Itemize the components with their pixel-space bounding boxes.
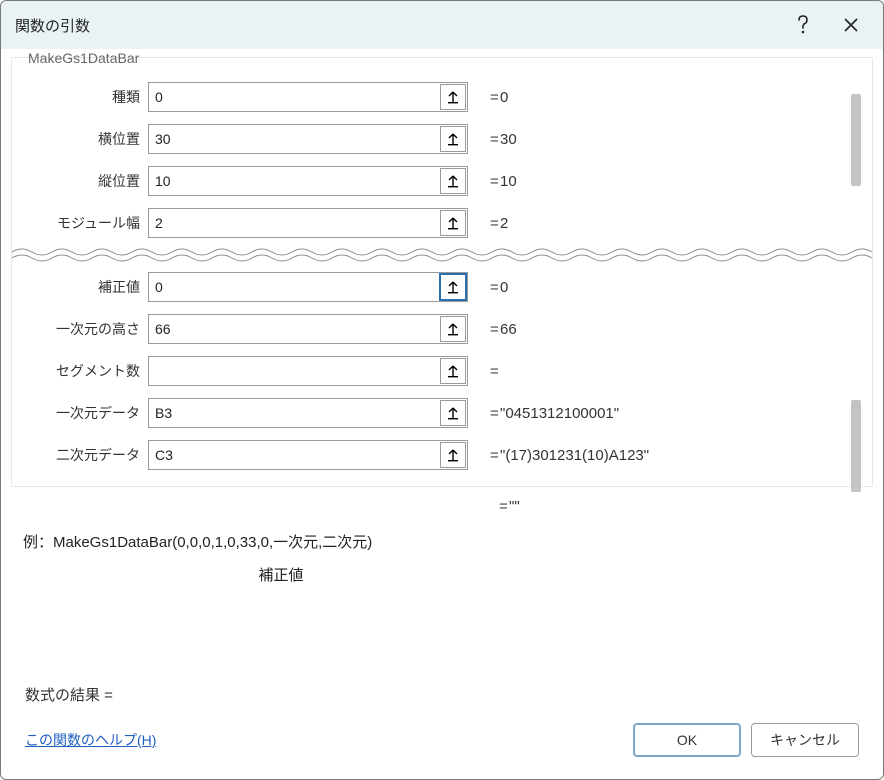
arg-row: 一次元データ = "0451312100001": [20, 392, 864, 434]
arg-input-wrap: [148, 272, 468, 302]
equals-sign: =: [468, 131, 500, 148]
arguments-top-group: 種類 = 0 横位置: [20, 76, 864, 244]
arg-input-module-width[interactable]: [148, 208, 468, 238]
range-select-button[interactable]: [440, 316, 466, 342]
arg-result: 0: [500, 279, 508, 296]
range-select-icon: [446, 322, 460, 336]
arg-row: 補正値 = 0: [20, 266, 864, 308]
arg-input-wrap: [148, 356, 468, 386]
question-icon: [796, 15, 810, 35]
arguments-bottom-group: 補正値 = 0 一次元の高さ: [20, 266, 864, 476]
arg-row: 横位置 = 30: [20, 118, 864, 160]
arg-row: セグメント数 =: [20, 350, 864, 392]
equals-sign: =: [468, 405, 500, 422]
arg-input-wrap: [148, 314, 468, 344]
equals-sign: =: [468, 215, 500, 232]
arg-label: セグメント数: [20, 361, 148, 381]
arg-result: 2: [500, 215, 508, 232]
arg-label: 横位置: [20, 129, 148, 149]
arg-label: 一次元の高さ: [20, 319, 148, 339]
range-select-button[interactable]: [440, 358, 466, 384]
arg-input-wrap: [148, 82, 468, 112]
cancel-button[interactable]: キャンセル: [751, 723, 859, 757]
arg-input-segments[interactable]: [148, 356, 468, 386]
range-select-icon: [446, 174, 460, 188]
range-select-icon: [446, 280, 460, 294]
range-select-button[interactable]: [440, 168, 466, 194]
scrollbar-top[interactable]: [851, 94, 861, 186]
footer-row: この関数のヘルプ(H) OK キャンセル: [25, 723, 859, 757]
arg-result: 66: [500, 321, 517, 338]
arg-result: 0: [500, 89, 508, 106]
range-select-button[interactable]: [440, 84, 466, 110]
arguments-fieldset: MakeGs1DataBar 種類 = 0 横位置: [11, 57, 873, 487]
range-select-icon: [446, 132, 460, 146]
range-select-icon: [446, 406, 460, 420]
equals-sign: =: [468, 89, 500, 106]
arg-input-wrap: [148, 398, 468, 428]
range-select-icon: [446, 90, 460, 104]
arg-input-1d-data[interactable]: [148, 398, 468, 428]
arg-input-1d-height[interactable]: [148, 314, 468, 344]
equals-sign: =: [468, 173, 500, 190]
arg-input-wrap: [148, 124, 468, 154]
dialog-content: MakeGs1DataBar 種類 = 0 横位置: [1, 49, 883, 779]
ok-button[interactable]: OK: [633, 723, 741, 757]
range-select-button[interactable]: [440, 400, 466, 426]
range-select-icon: [446, 364, 460, 378]
close-icon: [844, 18, 858, 32]
close-button[interactable]: [827, 3, 875, 47]
function-arguments-dialog: 関数の引数 MakeGs1DataBar 種類: [0, 0, 884, 780]
arg-row: モジュール幅 = 2: [20, 202, 864, 244]
overall-result-line: = "": [21, 491, 863, 521]
overall-result: "": [509, 498, 520, 515]
below-fieldset: = "" 例：MakeGs1DataBar(0,0,0,1,0,33,0,一次元…: [11, 487, 873, 589]
current-argument-label: 補正値: [181, 552, 381, 589]
equals-sign: =: [468, 279, 500, 296]
arg-input-wrap: [148, 166, 468, 196]
arg-result: 30: [500, 131, 517, 148]
arg-label: 二次元データ: [20, 445, 148, 465]
range-select-icon: [446, 216, 460, 230]
tear-divider: [12, 246, 872, 264]
arg-input-hpos[interactable]: [148, 124, 468, 154]
arg-row: 種類 = 0: [20, 76, 864, 118]
help-button[interactable]: [779, 3, 827, 47]
arg-input-wrap: [148, 208, 468, 238]
arg-label: 補正値: [20, 277, 148, 297]
arg-result: "(17)301231(10)A123": [500, 447, 649, 464]
dialog-footer: 数式の結果 = この関数のヘルプ(H) OK キャンセル: [11, 670, 873, 771]
arg-input-2d-data[interactable]: [148, 440, 468, 470]
arg-input-vpos[interactable]: [148, 166, 468, 196]
function-help-link[interactable]: この関数のヘルプ(H): [25, 730, 156, 750]
arg-result: "0451312100001": [500, 405, 619, 422]
range-select-button[interactable]: [440, 126, 466, 152]
arg-input-correction[interactable]: [148, 272, 468, 302]
arg-row: 縦位置 = 10: [20, 160, 864, 202]
arg-label: 種類: [20, 87, 148, 107]
equals-sign: =: [477, 498, 509, 515]
equals-sign: =: [468, 447, 500, 464]
equals-sign: =: [468, 363, 500, 380]
titlebar: 関数の引数: [1, 1, 883, 49]
arg-row: 一次元の高さ = 66: [20, 308, 864, 350]
range-select-button[interactable]: [440, 442, 466, 468]
scrollbar-bottom[interactable]: [851, 400, 861, 492]
arg-result: 10: [500, 173, 517, 190]
arg-label: モジュール幅: [20, 213, 148, 233]
formula-result-label: 数式の結果 =: [25, 678, 859, 723]
example-text: 例：MakeGs1DataBar(0,0,0,1,0,33,0,一次元,二次元): [21, 521, 863, 552]
arg-input-type[interactable]: [148, 82, 468, 112]
window-title: 関数の引数: [15, 15, 779, 36]
arg-label: 縦位置: [20, 171, 148, 191]
range-select-button[interactable]: [440, 274, 466, 300]
equals-sign: =: [468, 321, 500, 338]
range-select-button[interactable]: [440, 210, 466, 236]
arg-input-wrap: [148, 440, 468, 470]
arg-row: 二次元データ = "(17)301231(10)A123": [20, 434, 864, 476]
arg-label: 一次元データ: [20, 403, 148, 423]
range-select-icon: [446, 448, 460, 462]
